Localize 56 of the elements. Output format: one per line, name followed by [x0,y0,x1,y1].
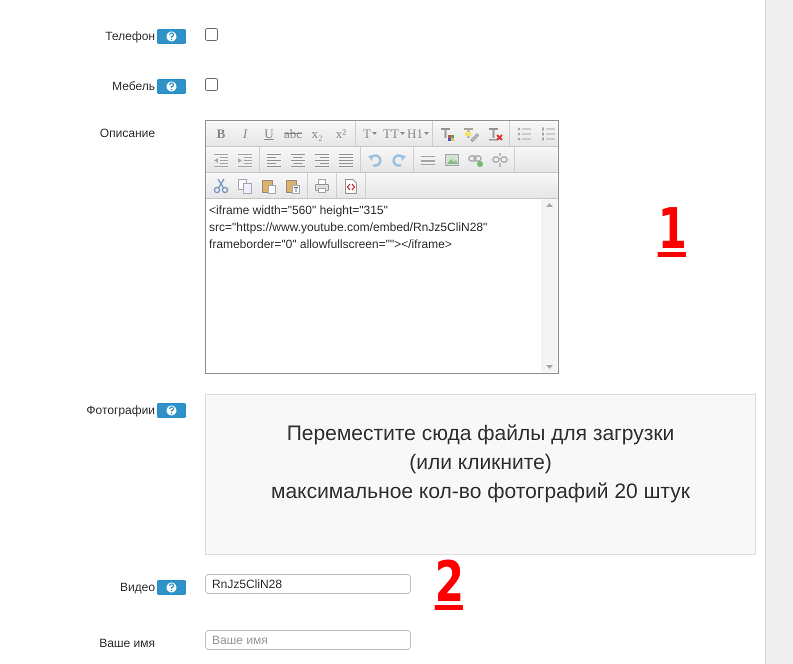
source-code-icon[interactable] [343,178,359,194]
drop-zone-text: максимальное кол-во фотографий 20 штук [271,479,690,505]
caret-icon [400,132,405,135]
drop-zone-text: (или кликните) [409,450,552,476]
subscript-button[interactable]: x₂ [305,122,329,144]
copy-icon[interactable] [237,178,253,194]
field-label: Телефон [105,28,155,45]
help-icon[interactable] [157,402,186,418]
field-label: Мебель [112,78,155,95]
font-size-dropdown[interactable]: T [358,122,382,144]
bullet-list-icon[interactable] [516,126,532,142]
numbered-list-icon[interactable] [540,126,556,142]
align-center-icon[interactable] [290,152,306,168]
text-input-field[interactable]: RnJz5CliN28 [205,574,411,594]
undo-icon[interactable] [367,152,383,168]
clipboard-text-icon[interactable] [285,178,301,194]
underline-button[interactable]: U [257,122,281,144]
field-label: Ваше имя [99,635,155,652]
help-icon[interactable] [157,28,186,44]
unlink-icon[interactable] [492,152,508,168]
annotation-mark: 1 [658,200,686,260]
field-label: Фотографии [86,402,155,419]
italic-button[interactable]: I [233,122,257,144]
scroll-down-icon[interactable] [546,365,553,369]
annotation-mark: 2 [434,553,463,613]
caret-icon [372,132,377,135]
font-family-dropdown[interactable]: TT [382,122,406,144]
rich-text-editor[interactable]: B I U abc x₂ x² T TT H1 <iframe width="560" height="315" src="https://www.youtube.com/embed/RnJz5CliN28" frameborder="0" allowfullscreen=""></iframe> [205,120,559,374]
text-input-field[interactable]: Ваше имя [205,630,411,650]
bold-button[interactable]: B [209,122,233,144]
image-icon[interactable] [444,152,460,168]
justify-icon[interactable] [338,152,354,168]
help-icon[interactable] [157,580,186,594]
indent-icon[interactable] [237,152,253,168]
scissors-icon[interactable] [213,178,229,194]
align-left-icon[interactable] [266,152,282,168]
checkbox[interactable] [205,78,218,91]
heading-dropdown[interactable]: H1 [406,122,430,144]
field-label: Описание [100,125,155,142]
superscript-button[interactable]: x² [329,122,353,144]
redo-icon[interactable] [391,152,407,168]
printer-icon[interactable] [314,178,330,194]
caret-icon [424,132,429,135]
file-drop-zone[interactable]: Переместите сюда файлы для загрузки (или кликните) максимальное кол-во фотографий 20 штук [205,394,756,555]
clipboard-icon[interactable] [261,178,277,194]
highlight-icon[interactable] [463,126,479,142]
help-icon[interactable] [157,78,186,94]
align-right-icon[interactable] [314,152,330,168]
text-color-icon[interactable] [439,126,455,142]
outdent-icon[interactable] [213,152,229,168]
checkbox[interactable] [205,28,218,41]
field-label: Видео [120,579,155,596]
drop-zone-text: Переместите сюда файлы для загрузки [286,421,674,447]
scroll-up-icon[interactable] [546,203,553,207]
strikethrough-button[interactable]: abc [281,122,305,144]
clear-format-icon[interactable] [487,126,503,142]
